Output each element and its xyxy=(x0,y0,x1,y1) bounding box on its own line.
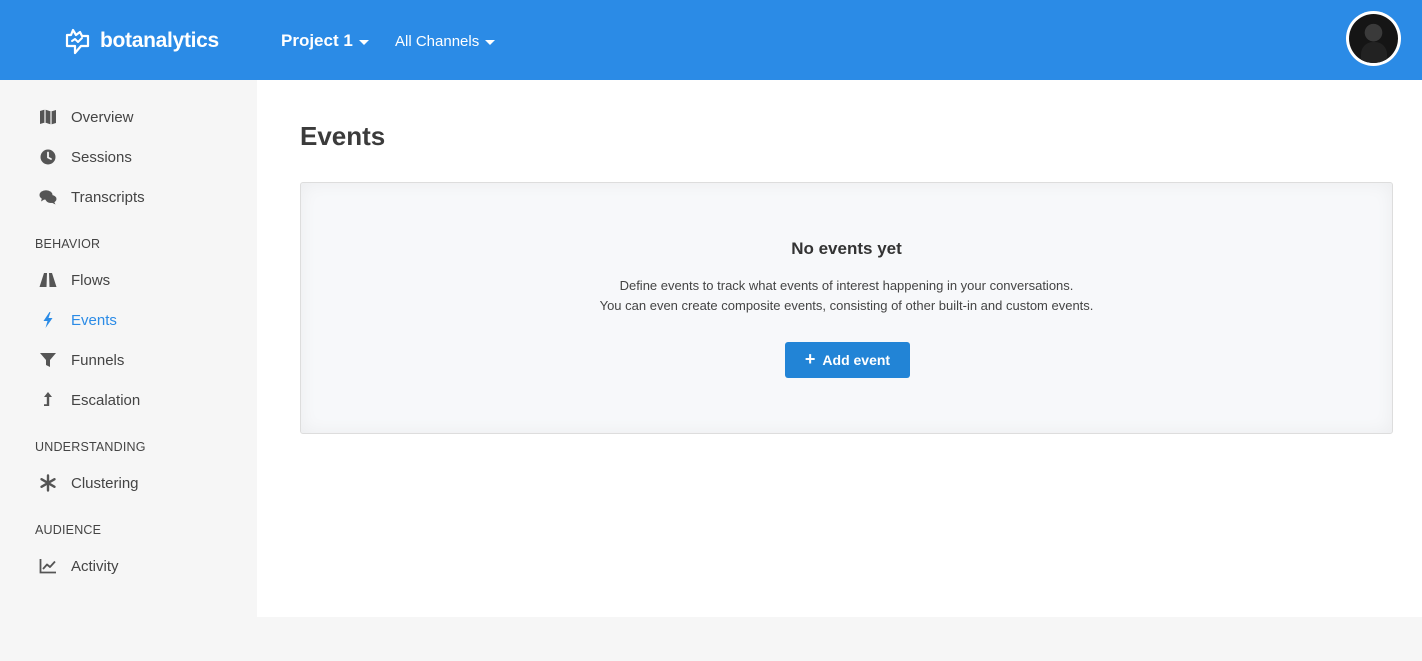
sidebar-item-label: Clustering xyxy=(71,474,139,492)
add-event-label: Add event xyxy=(822,352,891,368)
main-content: Events No events yet Define events to tr… xyxy=(257,80,1422,617)
user-avatar[interactable] xyxy=(1346,11,1401,66)
add-event-button[interactable]: + Add event xyxy=(785,342,910,378)
brand-name: botanalytics xyxy=(100,29,219,52)
asterisk-icon xyxy=(38,473,58,493)
channels-dropdown[interactable]: All Channels xyxy=(395,33,496,50)
comments-icon xyxy=(38,187,58,207)
empty-state-line-2: You can even create composite events, co… xyxy=(599,298,1094,313)
avatar-photo xyxy=(1349,14,1398,63)
brand-logo-link[interactable]: botanalytics xyxy=(62,26,219,56)
sidebar-item-label: Overview xyxy=(71,108,134,126)
sidebar-item-clustering[interactable]: Clustering xyxy=(38,472,139,494)
sidebar-item-label: Events xyxy=(71,311,117,329)
empty-state-card: No events yet Define events to track wha… xyxy=(300,182,1393,434)
page-title: Events xyxy=(300,121,386,151)
sidebar-item-label: Activity xyxy=(71,557,119,575)
top-header: botanalytics Project 1 All Channels xyxy=(0,0,1422,80)
section-understanding: UNDERSTANDING xyxy=(35,440,146,454)
sidebar-item-label: Flows xyxy=(71,271,111,289)
map-icon xyxy=(38,107,58,127)
sidebar-item-label: Transcripts xyxy=(71,188,145,206)
caret-down-icon xyxy=(358,39,369,45)
sidebar-item-sessions[interactable]: Sessions xyxy=(38,146,132,168)
empty-state-description: Define events to track what events of in… xyxy=(301,276,1392,316)
clock-icon xyxy=(38,147,58,167)
project-dropdown[interactable]: Project 1 xyxy=(281,31,369,51)
empty-state-line-1: Define events to track what events of in… xyxy=(619,278,1074,293)
plus-icon: + xyxy=(804,349,816,369)
road-icon xyxy=(38,270,58,290)
sidebar-item-events[interactable]: Events xyxy=(38,309,117,331)
project-label: Project 1 xyxy=(281,31,353,50)
sidebar-item-label: Sessions xyxy=(71,148,132,166)
caret-down-icon xyxy=(485,40,496,45)
empty-state-title: No events yet xyxy=(791,239,902,258)
botanalytics-logo-icon xyxy=(65,28,90,55)
filter-icon xyxy=(38,350,58,370)
sidebar-item-flows[interactable]: Flows xyxy=(38,269,110,291)
channels-label: All Channels xyxy=(395,33,480,50)
sidebar-item-overview[interactable]: Overview xyxy=(38,106,134,128)
level-up-icon xyxy=(38,390,58,410)
sidebar-item-funnels[interactable]: Funnels xyxy=(38,349,124,371)
section-behavior: BEHAVIOR xyxy=(35,237,101,251)
page-footer-area xyxy=(0,617,1422,661)
sidebar: Overview Sessions Transcripts BEHAVIOR F… xyxy=(0,80,257,617)
sidebar-item-label: Escalation xyxy=(71,391,141,409)
sidebar-item-activity[interactable]: Activity xyxy=(38,555,119,577)
sidebar-item-transcripts[interactable]: Transcripts xyxy=(38,186,145,208)
sidebar-item-escalation[interactable]: Escalation xyxy=(38,389,140,411)
bolt-icon xyxy=(38,310,58,330)
section-audience: AUDIENCE xyxy=(35,523,102,537)
sidebar-item-label: Funnels xyxy=(71,351,125,369)
line-chart-icon xyxy=(38,556,58,576)
